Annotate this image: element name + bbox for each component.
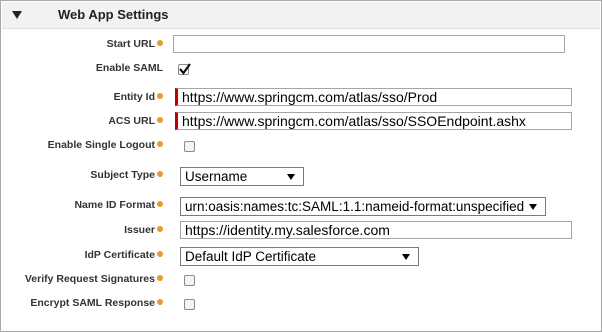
row-issuer: Issuer (1, 218, 601, 242)
dropdown-arrow-icon (529, 204, 537, 210)
idp-certificate-select[interactable]: Default IdP Certificate (180, 247, 419, 266)
row-enable-saml: Enable SAML (1, 56, 601, 80)
issuer-label: Issuer (124, 218, 163, 242)
start-url-input[interactable] (173, 35, 565, 53)
entity-id-label: Entity Id (114, 85, 163, 109)
row-enable-single-logout: Enable Single Logout (1, 133, 601, 157)
subject-type-label: Subject Type (90, 163, 163, 187)
subject-type-select[interactable]: Username (180, 167, 304, 186)
start-url-label: Start URL (107, 32, 163, 56)
enable-saml-label: Enable SAML (95, 62, 163, 74)
checkmark-icon (179, 63, 191, 75)
verify-request-signatures-checkbox[interactable] (184, 275, 195, 286)
encrypt-saml-response-label: Encrypt SAML Response (30, 291, 163, 315)
section-header: Web App Settings (2, 2, 600, 29)
row-verify-request-signatures: Verify Request Signatures (1, 267, 601, 291)
help-icon[interactable] (157, 251, 163, 257)
subject-type-selected: Username (185, 169, 248, 184)
row-encrypt-saml-response: Encrypt SAML Response (1, 291, 601, 315)
dropdown-arrow-icon (402, 254, 410, 260)
help-icon[interactable] (157, 299, 163, 305)
help-icon[interactable] (157, 201, 163, 207)
row-subject-type: Subject Type Username (1, 163, 601, 187)
idp-certificate-label: IdP Certificate (85, 243, 163, 267)
row-name-id-format: Name ID Format urn:oasis:names:tc:SAML:1… (1, 193, 601, 217)
help-icon[interactable] (157, 226, 163, 232)
row-entity-id: Entity Id (1, 85, 601, 109)
verify-request-signatures-label: Verify Request Signatures (25, 267, 163, 291)
help-icon[interactable] (157, 275, 163, 281)
dropdown-arrow-icon (287, 174, 295, 180)
enable-single-logout-checkbox[interactable] (184, 141, 195, 152)
web-app-settings-panel: Web App Settings Start URL Enable SAML E… (0, 0, 602, 332)
issuer-input[interactable] (180, 221, 572, 239)
idp-certificate-selected: Default IdP Certificate (185, 249, 317, 264)
name-id-format-label: Name ID Format (74, 193, 163, 217)
help-icon[interactable] (157, 141, 163, 147)
help-icon[interactable] (157, 171, 163, 177)
acs-url-input[interactable] (175, 112, 572, 130)
help-icon[interactable] (157, 40, 163, 46)
collapse-triangle-icon[interactable] (12, 10, 22, 20)
name-id-format-selected: urn:oasis:names:tc:SAML:1.1:nameid-forma… (185, 199, 525, 214)
help-icon[interactable] (157, 117, 163, 123)
enable-saml-checkbox[interactable] (178, 63, 191, 75)
encrypt-saml-response-checkbox[interactable] (184, 299, 195, 310)
acs-url-label: ACS URL (108, 109, 163, 133)
entity-id-input[interactable] (175, 88, 572, 106)
row-start-url: Start URL (1, 32, 601, 56)
enable-single-logout-label: Enable Single Logout (48, 133, 163, 157)
help-icon[interactable] (157, 93, 163, 99)
row-idp-certificate: IdP Certificate Default IdP Certificate (1, 243, 601, 267)
row-acs-url: ACS URL (1, 109, 601, 133)
section-title: Web App Settings (58, 7, 169, 22)
name-id-format-select[interactable]: urn:oasis:names:tc:SAML:1.1:nameid-forma… (180, 197, 546, 216)
